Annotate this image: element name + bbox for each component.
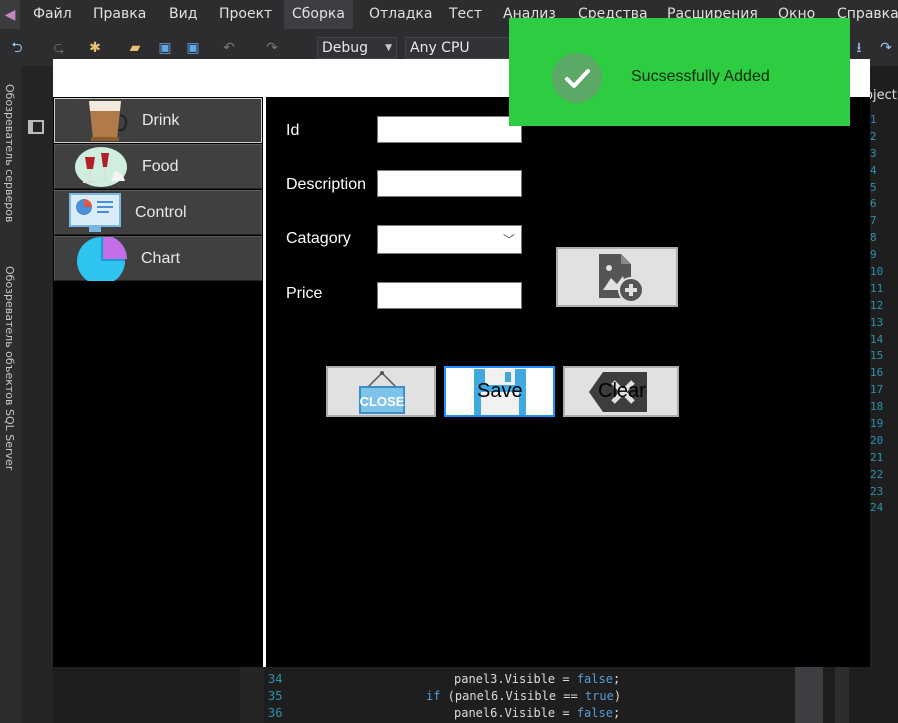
line-number: 22	[870, 467, 884, 481]
code-line: 35 if (panel6.Visible == true)	[268, 689, 622, 703]
back-icon[interactable]: ⮌	[8, 38, 26, 56]
vs-left-panel	[21, 66, 53, 723]
save-icon[interactable]: ▣	[156, 38, 174, 56]
category-select[interactable]: ﹀	[377, 225, 522, 254]
redo-icon[interactable]: ↷	[263, 38, 281, 56]
menu-edit[interactable]: Правка	[93, 0, 146, 29]
open-folder-icon[interactable]: ▰	[126, 38, 144, 56]
food-icon	[75, 147, 127, 187]
line-number: 1	[870, 113, 877, 126]
line-number: 8	[870, 231, 877, 245]
panel-divider	[263, 97, 266, 667]
undo-icon[interactable]: ↶	[220, 38, 238, 56]
clear-button[interactable]: Clear	[563, 366, 679, 417]
line-number: 20	[870, 433, 884, 447]
line-number: 16	[870, 366, 884, 380]
menu-view[interactable]: Вид	[169, 0, 197, 29]
line-number: 12	[870, 298, 884, 312]
configuration-select[interactable]: Debug ▼	[317, 37, 397, 59]
save-all-icon[interactable]: ▣	[184, 38, 202, 56]
sidebar-item-control[interactable]: Control	[54, 190, 262, 235]
dashboard-icon	[69, 193, 121, 232]
vs-side-tabs: Обозреватель серверов Обозреватель объек…	[0, 66, 21, 723]
code-line: 36 panel6.Visible = false;	[268, 706, 621, 720]
server-explorer-tab[interactable]: Обозреватель серверов	[3, 84, 16, 222]
line-number: 5	[870, 180, 877, 194]
menu-project[interactable]: Проект	[219, 0, 272, 29]
code-line: 34 panel3.Visible = false;	[268, 672, 621, 686]
step-over-icon[interactable]: ↷	[877, 38, 895, 56]
platform-select[interactable]: Any CPU	[405, 37, 510, 59]
sidebar-item-food[interactable]: Food	[54, 144, 262, 189]
line-number: 9	[870, 248, 877, 262]
line-number: 23	[870, 484, 884, 498]
code-scrollbar[interactable]	[795, 667, 823, 723]
price-input[interactable]	[377, 282, 522, 309]
close-button[interactable]: CLOSE	[326, 366, 436, 417]
sidebar: Drink Food Control Chart	[53, 97, 265, 667]
sql-object-explorer-tab[interactable]: Обозреватель объектов SQL Server	[3, 266, 16, 470]
toast-message: Sucsessfully Added	[631, 68, 770, 85]
new-item-icon[interactable]: ✱	[86, 38, 104, 56]
line-number: 13	[870, 315, 884, 329]
line-number: 21	[870, 450, 884, 464]
forward-icon[interactable]: ⮎	[50, 38, 68, 56]
toolbox-icon[interactable]	[28, 120, 44, 134]
menu-build[interactable]: Сборка	[284, 0, 353, 29]
success-toast[interactable]: Sucsessfully Added	[509, 18, 850, 126]
category-label: Catagory	[286, 230, 351, 247]
save-button[interactable]: Save	[444, 366, 555, 417]
app-window: Drink Food Control Chart Id Description …	[53, 59, 870, 667]
line-number: 15	[870, 349, 884, 363]
line-number: 14	[870, 332, 884, 346]
line-number: 3	[870, 146, 877, 160]
step-into-icon[interactable]: ⭳	[850, 38, 868, 56]
chevron-down-icon: ﹀	[502, 233, 515, 247]
chevron-down-icon: ▼	[385, 43, 392, 53]
line-number: 6	[870, 197, 877, 211]
code-gutter	[240, 667, 264, 723]
line-number: 2	[870, 129, 877, 143]
pie-chart-icon	[77, 237, 127, 281]
id-label: Id	[286, 122, 300, 139]
id-input[interactable]	[377, 116, 522, 143]
line-number: 17	[870, 383, 884, 397]
sidebar-item-chart[interactable]: Chart	[54, 236, 262, 281]
line-number-gutter: 1 2 3 4 5 6 7 8 9 10 11 12 13 14 15 16 17 18 19 20 21 22 23 24	[870, 112, 890, 517]
description-input[interactable]	[377, 170, 522, 197]
svg-text:CLOSE: CLOSE	[360, 394, 405, 409]
line-number: 19	[870, 417, 884, 431]
add-image-button[interactable]	[556, 247, 678, 307]
line-number: 18	[870, 400, 884, 414]
close-sign-icon: CLOSE	[359, 371, 405, 414]
code-scrollbar-track[interactable]	[835, 667, 849, 723]
drink-icon	[89, 101, 128, 141]
line-number: 7	[870, 214, 877, 228]
description-label: Description	[286, 176, 367, 193]
checkmark-icon	[552, 53, 602, 103]
vs-logo-icon: ◀	[0, 0, 20, 29]
menu-file[interactable]: Файл	[33, 0, 72, 29]
menu-debug[interactable]: Отладка	[369, 0, 432, 29]
line-number: 11	[870, 281, 884, 295]
line-number: 4	[870, 163, 877, 177]
line-number: 10	[870, 265, 884, 279]
add-file-icon	[599, 254, 644, 303]
price-label: Price	[286, 285, 323, 302]
menu-test[interactable]: Тест	[449, 0, 482, 29]
sidebar-item-drink[interactable]: Drink	[54, 98, 262, 143]
line-number: 24	[870, 501, 884, 515]
